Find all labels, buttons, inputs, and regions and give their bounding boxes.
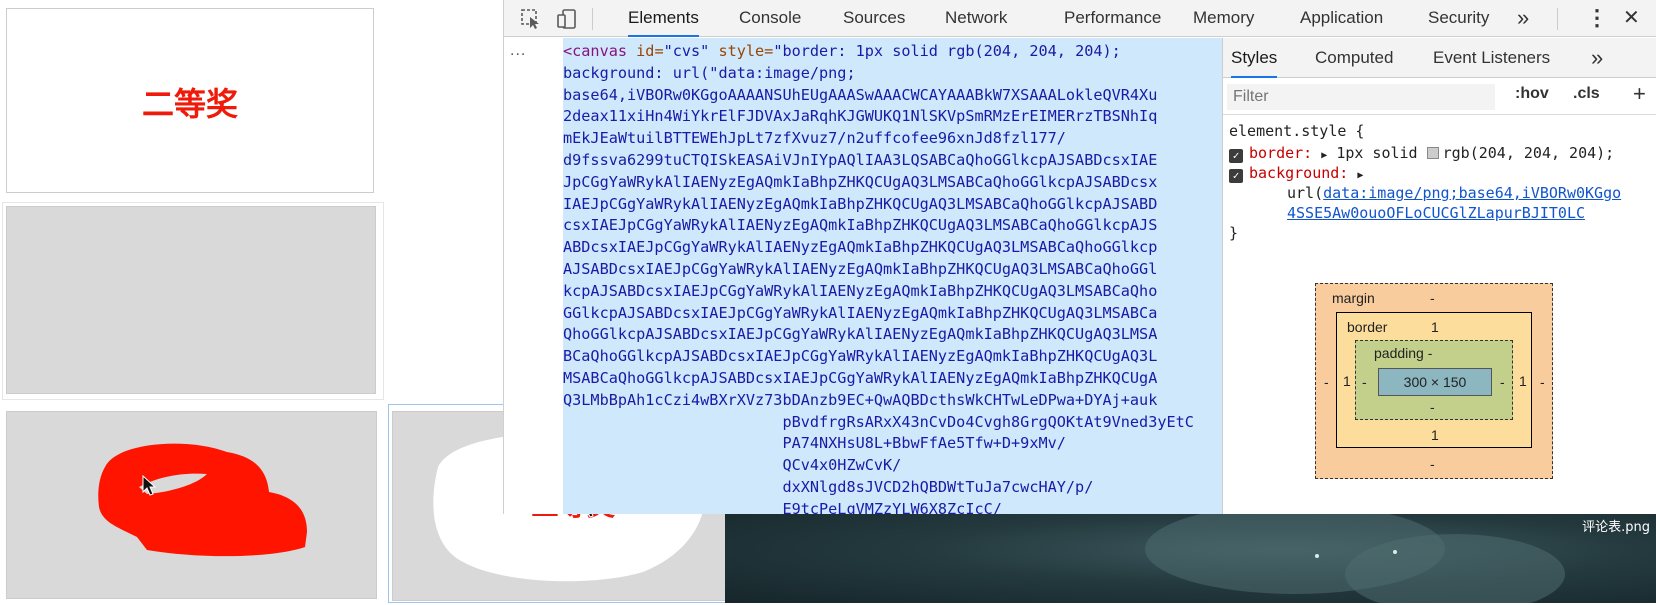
background-url-line-1[interactable]: url(data:image/png;base64,iVBORw0KGgo <box>1287 183 1621 203</box>
red-scratch-strokes <box>98 443 307 557</box>
mouse-cursor-icon <box>142 475 157 496</box>
styles-subtabs: Styles Computed Event Listeners » <box>1223 38 1656 78</box>
inspect-element-icon[interactable] <box>520 8 542 30</box>
tab-elements[interactable]: Elements <box>628 0 699 37</box>
border-right-value[interactable]: 1 <box>1519 373 1527 389</box>
code-line: GGlkcpAJSABDcsxIAEJpCGgYaWRykAlIAENyzEgA… <box>563 303 1158 322</box>
canvas-second-prize[interactable]: 二等奖 <box>6 8 374 193</box>
code-line: QhoGGlkcpAJSABDcsxIAEJpCGgYaWRykAlIAENyz… <box>563 325 1158 344</box>
code-line: <canvas id="cvs" style="border: 1px soli… <box>563 42 1121 60</box>
tab-console[interactable]: Console <box>739 0 801 37</box>
image-highlight <box>1393 550 1397 554</box>
styles-filter-bar: :hov .cls + <box>1223 79 1656 115</box>
canvas-scratch-blank[interactable] <box>6 206 376 394</box>
code-line: QCv4x0HZwCvK/ <box>563 456 902 475</box>
code-line: base64,iVBORw0KGgoAAAANSUhEUgAAASwAAACWC… <box>563 85 1158 104</box>
image-shape <box>1345 534 1565 603</box>
margin-top-value[interactable]: - <box>1430 290 1435 306</box>
box-model-content-size[interactable]: 300 × 150 <box>1378 368 1492 396</box>
margin-bottom-value[interactable]: - <box>1430 456 1435 472</box>
code-line: JpCGgYaWRykAlIAENyzEgAQmkIaBhpZHKQCUgAQ3… <box>563 172 1158 191</box>
padding-left-value[interactable]: - <box>1362 374 1367 390</box>
more-tabs-chevron-icon[interactable]: » <box>1517 0 1529 37</box>
styles-sidebar: Styles Computed Event Listeners » :hov .… <box>1222 38 1656 514</box>
tab-network[interactable]: Network <box>945 0 1007 37</box>
code-line: IAEJpCGgYaWRykAlIAENyzEgAQmkIaBhpZHKQCUg… <box>563 194 1158 213</box>
rule-close-brace: } <box>1229 224 1239 242</box>
padding-right-value[interactable]: - <box>1500 374 1505 390</box>
code-line: d9fssva6299tuCTQISkEASAiVJnIYpAQlIAA3LQS… <box>563 150 1158 169</box>
code-line: dxXNlgd8sJVCD2hQBDWtTuJa7cwcHAY/p/ <box>563 477 1094 496</box>
subtab-styles[interactable]: Styles <box>1231 38 1278 78</box>
code-line: background: url("data:image/png; <box>563 63 856 82</box>
tab-security[interactable]: Security <box>1428 0 1489 37</box>
padding-bottom-value[interactable]: - <box>1430 399 1435 415</box>
image-highlight <box>1315 554 1319 558</box>
border-property: border: <box>1249 144 1313 162</box>
checkbox-checked-icon[interactable]: ✓ <box>1229 169 1243 183</box>
color-swatch-icon[interactable] <box>1426 147 1439 159</box>
code-line: AJSABDcsxIAEJpCGgYaWRykAlIAENyzEgAQmkIaB… <box>563 259 1158 278</box>
toolbar-divider <box>1557 8 1558 30</box>
border-left-value[interactable]: 1 <box>1343 373 1351 389</box>
box-model-border[interactable]: border 1 1 1 1 padding - - - - 300 × 150 <box>1336 312 1532 448</box>
subtab-computed[interactable]: Computed <box>1315 38 1393 78</box>
margin-right-value[interactable]: - <box>1540 374 1545 390</box>
close-devtools-icon[interactable]: ✕ <box>1623 0 1640 37</box>
background-property: background: <box>1249 164 1349 182</box>
url-prefix: url( <box>1287 184 1324 202</box>
customize-menu-icon[interactable]: ⋮ <box>1586 0 1608 37</box>
rule-selector: element.style { <box>1229 122 1365 140</box>
border-value-a: 1px solid <box>1336 144 1418 162</box>
background-url-line-2[interactable]: 4SSE5Aw0ouoOFLoCUCGlZLapurBJIT0LC <box>1287 203 1585 223</box>
node-actions-ellipsis[interactable]: ... <box>510 42 526 60</box>
class-toggle-button[interactable]: .cls <box>1573 85 1600 103</box>
border-top-value[interactable]: 1 <box>1431 319 1439 335</box>
code-line: E9tcPeLqVMZzYLW6X8ZcIcC/ <box>563 499 1002 514</box>
margin-label: margin <box>1332 290 1375 306</box>
expand-triangle-icon[interactable]: ▶ <box>1321 150 1327 161</box>
expand-triangle-icon[interactable]: ▶ <box>1357 170 1363 181</box>
code-line: 2deax11xiHn4WiYkrElFJDVAxJaRqhKJGWUKQ1Nl… <box>563 107 1158 126</box>
devtools-toolbar: Elements Console Sources Network Perform… <box>504 0 1656 37</box>
code-line: mEkJEaWtuilBTTEWEhJpLt7zfXvuz7/n2uffcofe… <box>563 129 1066 148</box>
more-subtabs-chevron-icon[interactable]: » <box>1591 38 1603 78</box>
code-line: PA74NXHsU8L+BbwFfAe5Tfw+D+9xMv/ <box>563 434 1066 453</box>
image-file-label: 评论表.png <box>1582 520 1650 535</box>
margin-left-value[interactable]: - <box>1324 374 1329 390</box>
canvas-scratch-red[interactable] <box>6 411 377 599</box>
data-url-link[interactable]: data:image/png;base64,iVBORw0KGgo <box>1323 184 1621 202</box>
devtools-panel: Elements Console Sources Network Perform… <box>503 0 1656 514</box>
tab-performance[interactable]: Performance <box>1064 0 1161 37</box>
code-line: BCaQhoGGlkcpAJSABDcsxIAEJpCGgYaWRykAlIAE… <box>563 347 1158 366</box>
code-line: csxIAEJpCGgYaWRykAlIAENyzEgAQmkIaBhpZHKQ… <box>563 216 1158 235</box>
code-line: MSABCaQhoGGlkcpAJSABDcsxIAEJpCGgYaWRykAl… <box>563 368 1158 387</box>
styles-filter-input[interactable] <box>1227 84 1495 110</box>
add-rule-icon[interactable]: + <box>1633 81 1646 107</box>
toolbar-divider <box>592 8 593 30</box>
border-label: border <box>1347 319 1388 335</box>
prize-text-second: 二等奖 <box>141 85 238 123</box>
border-value-b: rgb(204, 204, 204); <box>1442 144 1615 162</box>
hover-state-button[interactable]: :hov <box>1515 85 1549 103</box>
box-model-padding[interactable]: padding - - - - 300 × 150 <box>1355 340 1513 420</box>
box-model-margin[interactable]: margin - - - - border 1 1 1 1 padding - … <box>1315 283 1553 479</box>
canvas-node-source[interactable]: <canvas id="cvs" style="border: 1px soli… <box>563 41 1219 514</box>
tab-sources[interactable]: Sources <box>843 0 905 37</box>
device-toolbar-icon[interactable] <box>556 8 578 30</box>
padding-label: padding - <box>1374 345 1433 361</box>
dark-background-image: 评论表.png <box>725 514 1656 603</box>
data-url-link-cont[interactable]: 4SSE5Aw0ouoOFLoCUCGlZLapurBJIT0LC <box>1287 204 1585 222</box>
tab-application[interactable]: Application <box>1300 0 1383 37</box>
code-line: Q3LMbBpAh1cCzi4wBXrXVz73bDAnzb9EC+QwAQBD… <box>563 390 1158 409</box>
code-line: kcpAJSABDcsxIAEJpCGgYaWRykAlIAENyzEgAQmk… <box>563 281 1158 300</box>
elements-dom-tree: ... <canvas id="cvs" style="border: 1px … <box>504 38 1222 514</box>
subtab-event-listeners[interactable]: Event Listeners <box>1433 38 1550 78</box>
code-line: pBvdfrgRsARxX43nCvDo4Cvgh8GrgQOKtAt9Vned… <box>563 412 1194 431</box>
code-line: ABDcsxIAEJpCGgYaWRykAlIAENyzEgAQmkIaBhpZ… <box>563 238 1158 257</box>
tab-memory[interactable]: Memory <box>1193 0 1254 37</box>
border-bottom-value[interactable]: 1 <box>1431 427 1439 443</box>
checkbox-checked-icon[interactable]: ✓ <box>1229 149 1243 163</box>
